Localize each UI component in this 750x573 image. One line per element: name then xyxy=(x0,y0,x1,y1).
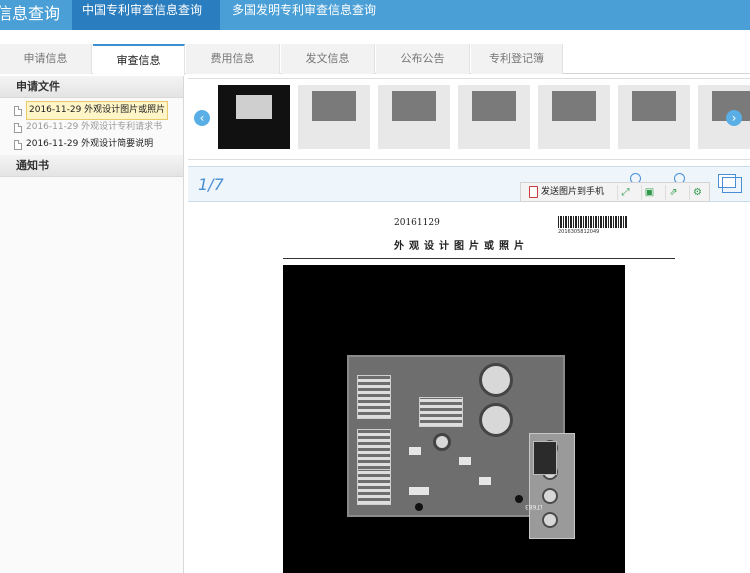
seven-segment-display xyxy=(533,441,557,475)
mount-hole xyxy=(515,495,523,503)
phone-icon xyxy=(529,186,538,198)
thumbnail-image xyxy=(312,91,356,121)
barcode-number: 2016305812049 xyxy=(558,229,600,235)
board-label: LT683 xyxy=(525,503,543,510)
design-photo: LT683 xyxy=(283,265,625,573)
screw xyxy=(542,488,558,504)
file-label: 2016-11-29 外观设计图片或照片 xyxy=(26,101,169,120)
component xyxy=(409,487,429,495)
component xyxy=(459,457,471,465)
circuit-board-image: LT683 xyxy=(347,355,575,539)
thumbnail-3[interactable] xyxy=(378,85,450,149)
info-tabs: 申请信息 审查信息 费用信息 发文信息 公布公告 专利登记簿 xyxy=(0,44,750,75)
nav-tab-label: 中国专利审查信息查询 xyxy=(82,3,203,17)
app-title: 信息查询 xyxy=(0,4,61,23)
thumbnail-image xyxy=(472,91,516,121)
nav-tab-china-patent[interactable]: 中国专利审查信息查询 xyxy=(72,0,220,30)
tab-publication[interactable]: 公布公告 xyxy=(376,44,470,74)
thumbnail-4[interactable] xyxy=(458,85,530,149)
component xyxy=(409,447,421,455)
divider xyxy=(283,258,675,259)
capacitor xyxy=(479,363,513,397)
heatsink xyxy=(419,397,463,427)
thumbnail-image xyxy=(552,91,596,121)
sidebar: 申请文件 2016-11-29 外观设计图片或照片 2016-11-29 外观设… xyxy=(0,76,184,573)
file-item-design-images[interactable]: 2016-11-29 外观设计图片或照片 xyxy=(0,101,183,120)
section-application-files[interactable]: 申请文件 xyxy=(0,76,183,98)
heatsink xyxy=(357,375,391,419)
screw xyxy=(542,512,558,528)
section-notices[interactable]: 通知书 xyxy=(0,155,183,177)
file-item-design-brief[interactable]: 2016-11-29 外观设计简要说明 xyxy=(0,136,183,153)
mount-hole xyxy=(415,503,423,511)
view-mode-icon[interactable] xyxy=(718,174,742,193)
nav-tab-multinational-patent[interactable]: 多国发明专利审查信息查询 xyxy=(222,0,412,30)
thumbnail-7[interactable] xyxy=(698,85,750,149)
viewer-toolbar-bar: 1/7 发送图片到手机 ⤢ ▣ ⇗ ⚙ xyxy=(188,166,750,202)
capacitor xyxy=(479,403,513,437)
thumbnail-2[interactable] xyxy=(298,85,370,149)
component xyxy=(479,477,491,485)
thumbnail-5[interactable] xyxy=(538,85,610,149)
thumbnail-1[interactable] xyxy=(218,85,290,149)
save-icon[interactable]: ▣ xyxy=(641,185,657,200)
thumbnail-6[interactable] xyxy=(618,85,690,149)
document-date: 20161129 xyxy=(394,218,440,228)
top-header-bar: 信息查询 中国专利审查信息查询 多国发明专利审查信息查询 xyxy=(0,0,750,30)
thumbnail-image xyxy=(632,91,676,121)
document-title: 外观设计图片或照片 xyxy=(394,241,529,252)
nav-tab-label: 多国发明专利审查信息查询 xyxy=(232,3,377,17)
heatsink xyxy=(357,429,391,473)
thumbnail-image xyxy=(236,95,272,119)
document-view: 20161129 2016305812049 外观设计图片或照片 LT683 xyxy=(188,203,750,573)
send-to-phone-label: 发送图片到手机 xyxy=(541,187,605,197)
export-icon[interactable]: ⇗ xyxy=(665,185,681,200)
file-label: 2016-11-29 外观设计简要说明 xyxy=(26,139,154,149)
header-spacer xyxy=(0,30,750,44)
capacitor xyxy=(433,433,451,451)
file-label: 2016-11-29 外观设计专利请求书 xyxy=(26,122,163,132)
tab-examination-info[interactable]: 审查信息 xyxy=(93,44,185,75)
fullscreen-icon[interactable]: ⤢ xyxy=(617,185,633,200)
tab-dispatch-info[interactable]: 发文信息 xyxy=(281,44,375,74)
prev-arrow-icon[interactable]: ‹ xyxy=(194,110,210,126)
image-toolbar: 发送图片到手机 ⤢ ▣ ⇗ ⚙ xyxy=(520,182,710,202)
document-icon xyxy=(14,105,22,116)
settings-icon[interactable]: ⚙ xyxy=(689,185,705,200)
tab-application-info[interactable]: 申请信息 xyxy=(0,44,92,74)
document-icon xyxy=(14,122,22,133)
page-indicator: 1/7 xyxy=(198,175,224,194)
heatsink xyxy=(357,469,391,505)
file-item-design-request[interactable]: 2016-11-29 外观设计专利请求书 xyxy=(0,119,183,136)
thumbnail-image xyxy=(392,91,436,121)
next-arrow-icon[interactable]: › xyxy=(726,110,742,126)
barcode xyxy=(558,216,628,228)
thumbnail-strip: ‹ › xyxy=(188,78,750,160)
tab-patent-register[interactable]: 专利登记簿 xyxy=(471,44,563,74)
send-to-phone-button[interactable]: 发送图片到手机 xyxy=(527,185,604,200)
document-icon xyxy=(14,139,22,150)
tab-fee-info[interactable]: 费用信息 xyxy=(186,44,280,74)
